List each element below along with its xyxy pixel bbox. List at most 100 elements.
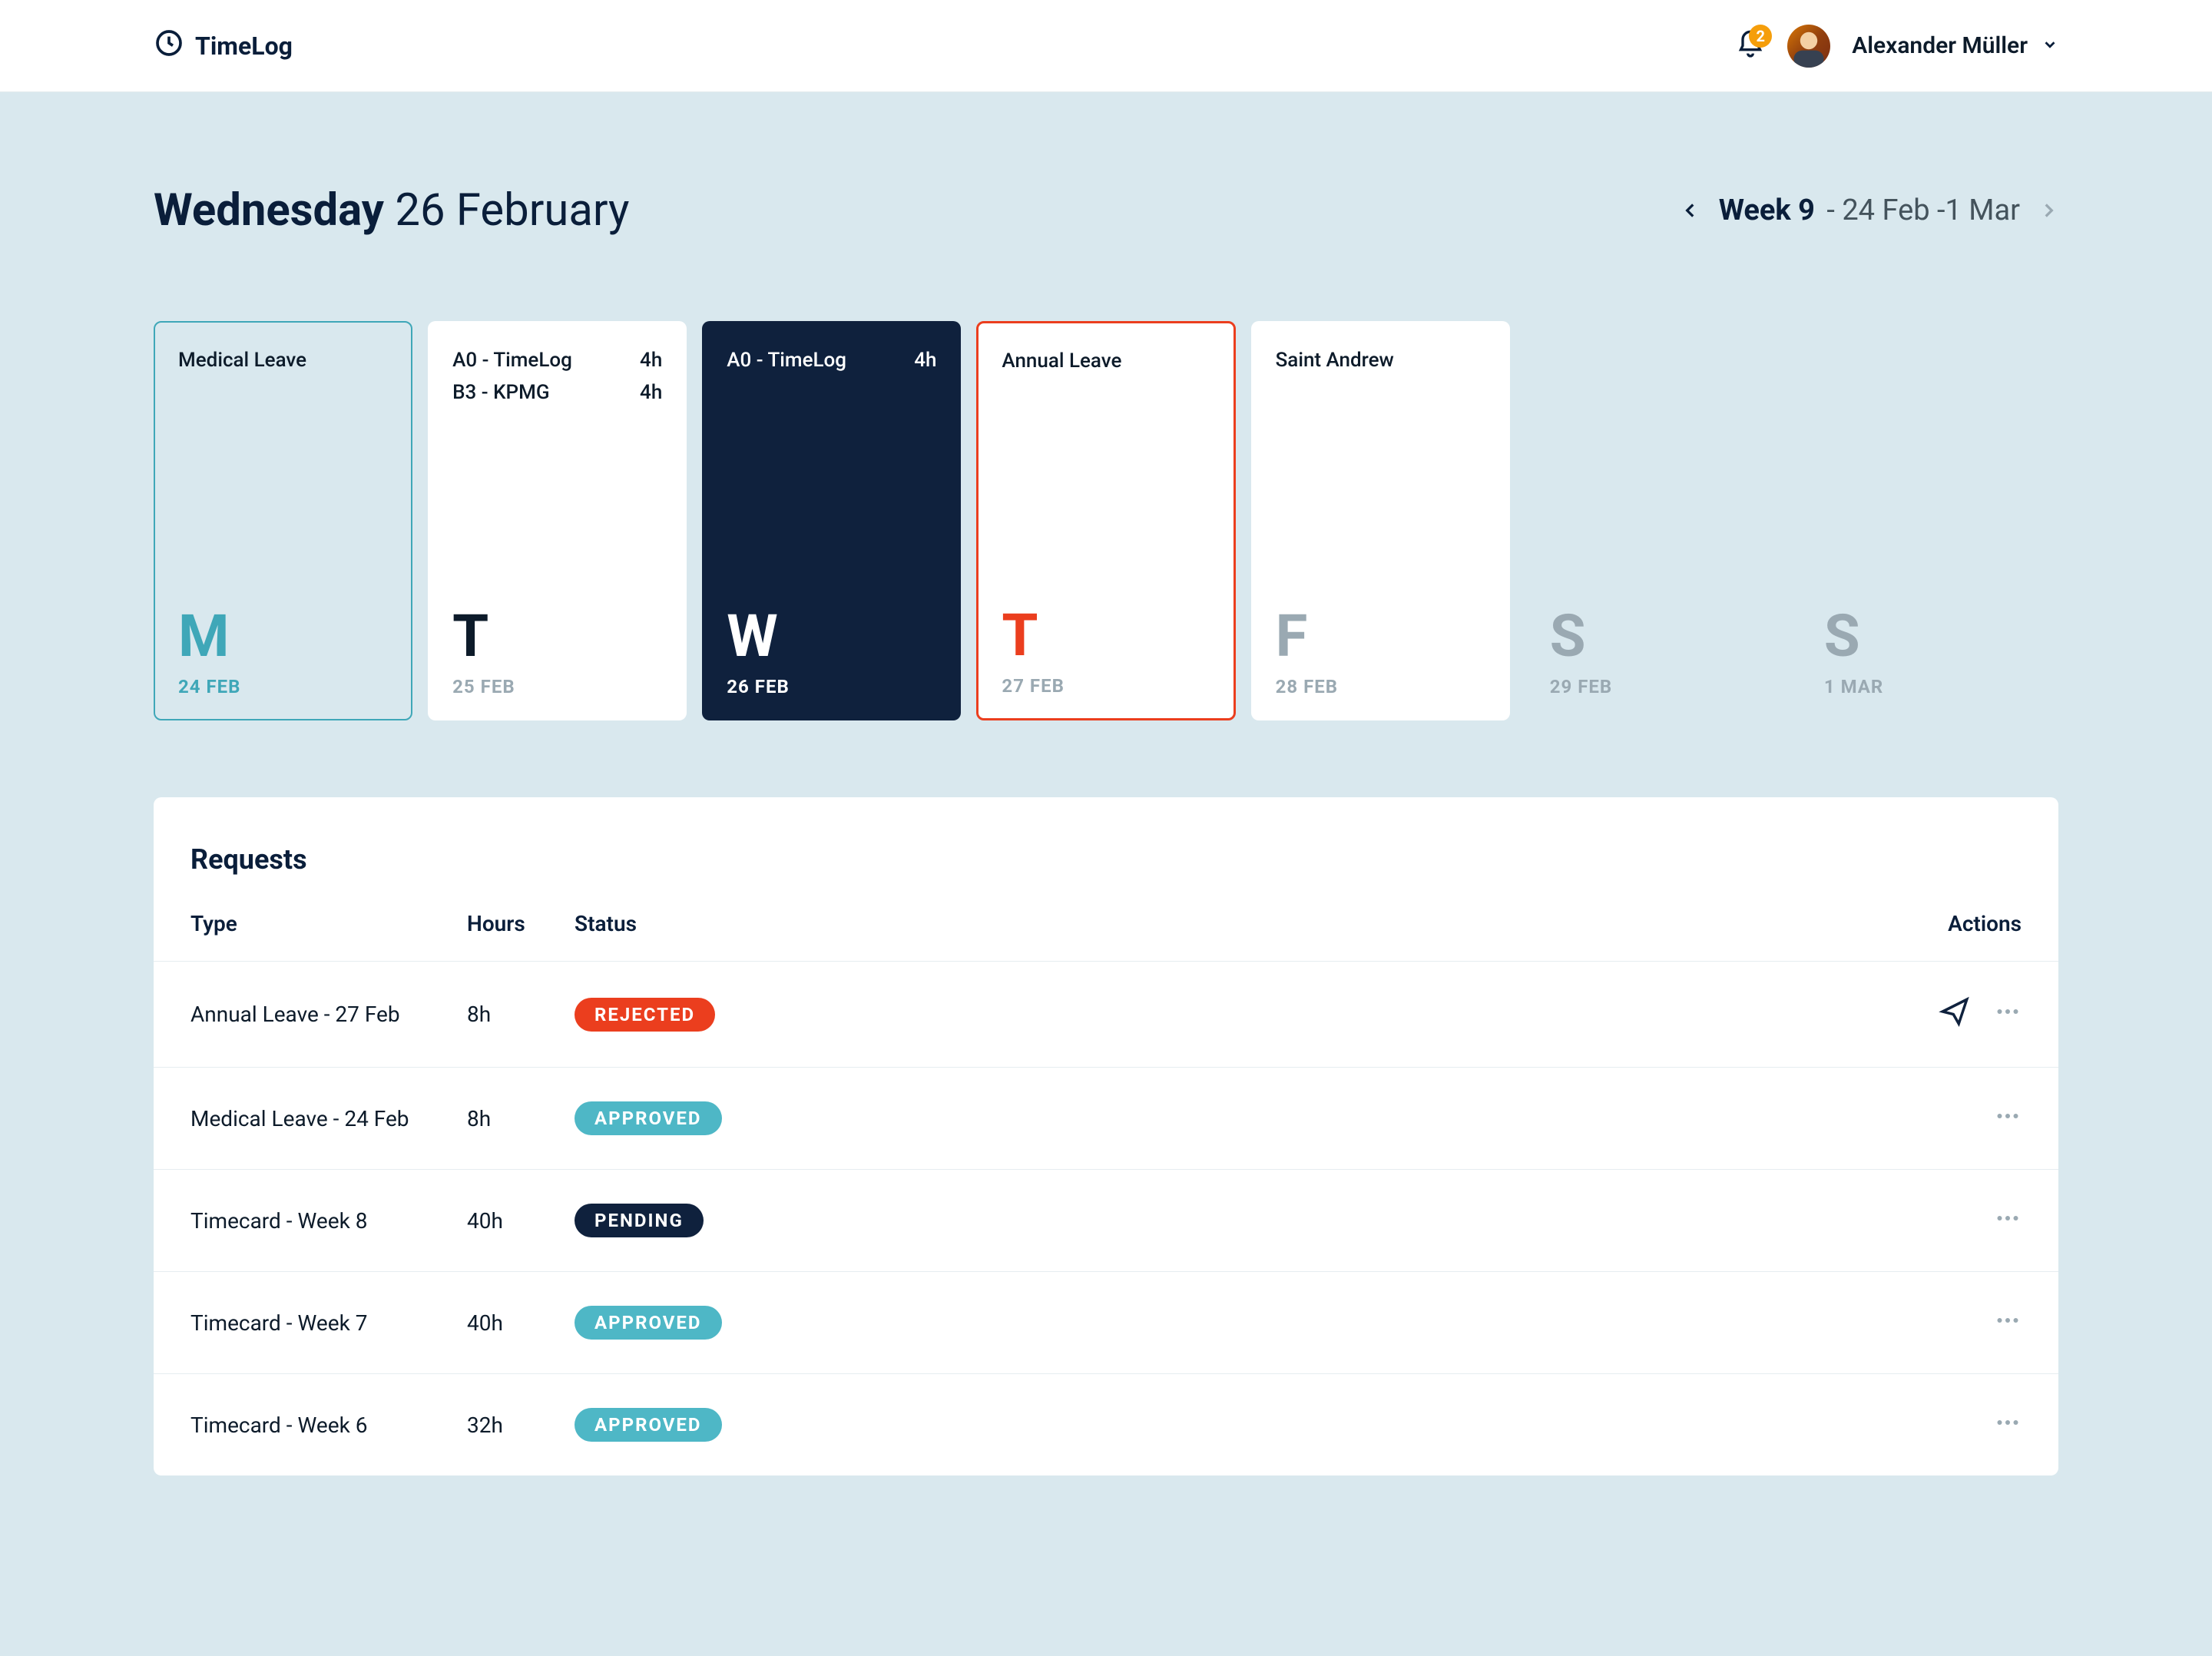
title-date: 26 February xyxy=(395,184,629,237)
week-range: - 24 Feb -1 Mar xyxy=(1826,194,2020,227)
day-date: 26 FEB xyxy=(727,676,936,697)
day-footer: M 24 FEB xyxy=(178,607,388,697)
page-title: Wednesday 26 February xyxy=(154,184,630,237)
entry-label: Medical Leave xyxy=(178,349,306,372)
day-entries: A0 - TimeLog 4h xyxy=(727,349,936,395)
col-actions: Actions xyxy=(1868,911,2022,936)
entry-hours: 4h xyxy=(914,349,936,372)
day-date: 24 FEB xyxy=(178,676,388,697)
page-body: Wednesday 26 February Week 9 - 24 Feb -1… xyxy=(0,92,2212,1537)
requests-body: Annual Leave - 27 Feb8hREJECTEDMedical L… xyxy=(154,961,2058,1475)
day-card[interactable]: Saint AndrewF28 FEB xyxy=(1251,321,1510,720)
day-card[interactable]: S1 MAR xyxy=(1800,321,2058,720)
request-type: Timecard - Week 6 xyxy=(190,1413,467,1438)
status-pill: PENDING xyxy=(575,1204,704,1237)
request-hours: 8h xyxy=(467,1002,575,1027)
entry-hours: 4h xyxy=(640,381,662,404)
col-status: Status xyxy=(575,911,1868,936)
request-row: Timecard - Week 840hPENDING xyxy=(154,1169,2058,1271)
request-hours: 40h xyxy=(467,1208,575,1234)
col-type: Type xyxy=(190,911,467,936)
clock-icon xyxy=(154,28,184,65)
status-pill: APPROVED xyxy=(575,1306,722,1340)
day-footer: T 27 FEB xyxy=(1002,606,1210,697)
more-icon[interactable] xyxy=(1994,1102,2022,1135)
request-actions xyxy=(1868,995,2022,1033)
entry-label: Annual Leave xyxy=(1002,349,1121,373)
day-entries xyxy=(1550,349,1760,395)
request-row: Annual Leave - 27 Feb8hREJECTED xyxy=(154,961,2058,1067)
day-entry: Medical Leave xyxy=(178,349,388,372)
request-hours: 8h xyxy=(467,1106,575,1131)
day-entry: A0 - TimeLog 4h xyxy=(727,349,936,372)
more-icon[interactable] xyxy=(1994,1307,2022,1340)
next-week-button[interactable] xyxy=(2038,200,2058,220)
days-grid: Medical LeaveM24 FEBA0 - TimeLog4hB3 - K… xyxy=(154,321,2058,720)
request-status-cell: APPROVED xyxy=(575,1101,1868,1135)
day-entries: Medical Leave xyxy=(178,349,388,395)
request-actions xyxy=(1868,1307,2022,1340)
day-entry: B3 - KPMG4h xyxy=(452,381,662,404)
user-name: Alexander Müller xyxy=(1852,32,2028,59)
request-type: Timecard - Week 8 xyxy=(190,1208,467,1234)
request-hours: 32h xyxy=(467,1413,575,1438)
day-card[interactable]: S29 FEB xyxy=(1525,321,1784,720)
title-dayname: Wednesday xyxy=(154,184,384,237)
requests-title: Requests xyxy=(190,843,2022,876)
request-hours: 40h xyxy=(467,1310,575,1336)
request-status-cell: APPROVED xyxy=(575,1408,1868,1442)
notification-badge: 2 xyxy=(1749,25,1772,48)
request-status-cell: PENDING xyxy=(575,1204,1868,1237)
status-pill: REJECTED xyxy=(575,998,715,1032)
request-row: Timecard - Week 740hAPPROVED xyxy=(154,1271,2058,1373)
day-entries: A0 - TimeLog4hB3 - KPMG4h xyxy=(452,349,662,404)
avatar[interactable] xyxy=(1787,25,1830,68)
entry-label: A0 - TimeLog xyxy=(452,349,572,372)
send-icon[interactable] xyxy=(1939,995,1971,1033)
day-letter: T xyxy=(1002,606,1210,664)
day-letter: W xyxy=(727,607,936,665)
request-status-cell: REJECTED xyxy=(575,998,1868,1032)
day-letter: M xyxy=(178,607,388,665)
request-actions xyxy=(1868,1102,2022,1135)
requests-header: Requests Type Hours Status Actions xyxy=(154,797,2058,961)
day-card[interactable]: Medical Leave M 24 FEB xyxy=(154,321,412,720)
request-row: Timecard - Week 632hAPPROVED xyxy=(154,1373,2058,1475)
more-icon[interactable] xyxy=(1994,1204,2022,1237)
day-card[interactable]: Annual Leave T 27 FEB xyxy=(976,321,1235,720)
day-card[interactable]: A0 - TimeLog 4h W 26 FEB xyxy=(702,321,961,720)
day-entries xyxy=(1824,349,2034,395)
day-card[interactable]: A0 - TimeLog4hB3 - KPMG4hT25 FEB xyxy=(428,321,687,720)
day-footer: S1 MAR xyxy=(1824,607,2034,697)
more-icon[interactable] xyxy=(1994,1409,2022,1442)
day-entries: Saint Andrew xyxy=(1276,349,1485,395)
day-letter: S xyxy=(1824,607,2034,665)
day-entry: A0 - TimeLog 4h xyxy=(452,349,662,372)
entry-label: Saint Andrew xyxy=(1276,349,1394,372)
request-actions xyxy=(1868,1409,2022,1442)
notifications-button[interactable]: 2 xyxy=(1735,29,1766,63)
day-footer: W 26 FEB xyxy=(727,607,936,697)
day-letter: F xyxy=(1276,607,1485,665)
user-menu[interactable]: Alexander Müller xyxy=(1852,32,2058,59)
day-date: 27 FEB xyxy=(1002,675,1210,697)
col-hours: Hours xyxy=(467,911,575,936)
day-entries: Annual Leave xyxy=(1002,349,1210,396)
prev-week-button[interactable] xyxy=(1681,200,1700,220)
week-label: Week 9 xyxy=(1719,194,1815,227)
request-type: Timecard - Week 7 xyxy=(190,1310,467,1336)
day-date: 25 FEB xyxy=(452,676,662,697)
status-pill: APPROVED xyxy=(575,1408,722,1442)
entry-label: A0 - TimeLog xyxy=(727,349,846,372)
brand-logo[interactable]: TimeLog xyxy=(154,28,293,65)
requests-panel: Requests Type Hours Status Actions Annua… xyxy=(154,797,2058,1475)
request-actions xyxy=(1868,1204,2022,1237)
day-footer: S29 FEB xyxy=(1550,607,1760,697)
topbar-right: 2 Alexander Müller xyxy=(1735,25,2058,68)
day-entry: Annual Leave xyxy=(1002,349,1210,373)
entry-hours: 4h xyxy=(640,349,662,372)
day-footer: T25 FEB xyxy=(452,607,662,697)
status-pill: APPROVED xyxy=(575,1101,722,1135)
more-icon[interactable] xyxy=(1994,998,2022,1031)
requests-columns: Type Hours Status Actions xyxy=(190,911,2022,936)
